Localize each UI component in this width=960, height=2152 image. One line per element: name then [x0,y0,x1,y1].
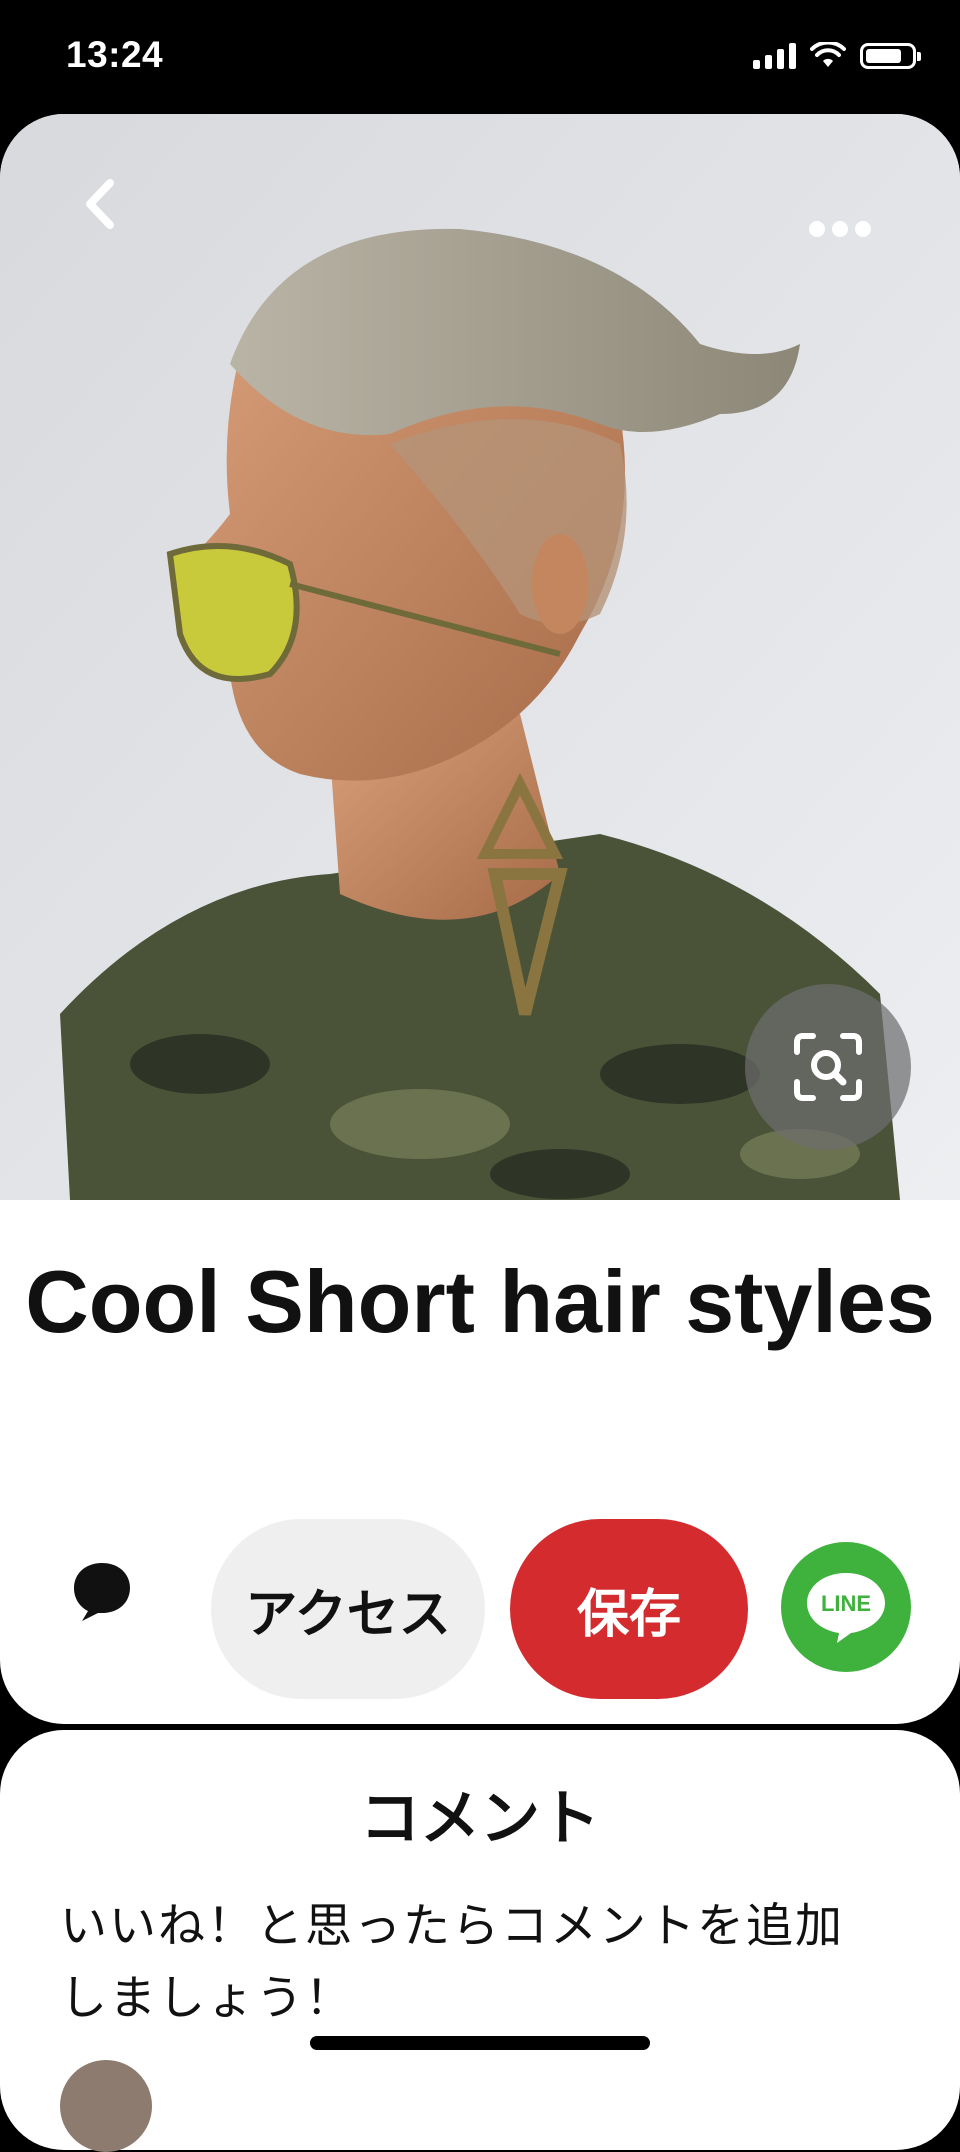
line-logo-text: LINE [821,1591,871,1616]
battery-icon [860,43,921,69]
save-button[interactable]: 保存 [510,1519,748,1699]
status-bar: 13:24 [0,0,960,115]
line-icon: LINE [807,1573,885,1643]
line-share-button[interactable]: LINE [781,1542,911,1672]
comments-prompt[interactable]: いいね！と思ったらコメントを追加しましょう！ [60,1890,880,2034]
access-button[interactable]: アクセス [211,1519,485,1699]
wifi-icon [810,42,846,67]
status-time: 13:24 [66,34,164,75]
pin-card: Cool Short hair styles アクセス 保存 LINE [0,114,960,1724]
comments-card: コメント いいね！と思ったらコメントを追加しましょう！ [0,1730,960,2152]
back-button[interactable] [60,164,140,244]
pin-image[interactable] [0,114,960,1200]
more-horizontal-icon [809,221,871,237]
chevron-left-icon [86,179,114,229]
more-options-button[interactable] [800,204,880,254]
visual-search-button[interactable] [745,984,911,1150]
comment-button[interactable] [70,1559,160,1649]
visual-search-icon [794,1033,862,1101]
cellular-signal-icon [753,43,796,69]
avatar [60,2060,152,2152]
comment-bubble-icon [74,1563,130,1621]
home-indicator[interactable] [310,2036,650,2050]
action-bar: アクセス 保存 LINE [0,1519,960,1699]
comments-title: コメント [360,1785,600,1852]
status-icons [753,42,921,70]
pin-title: Cool Short hair styles [25,1252,935,1351]
